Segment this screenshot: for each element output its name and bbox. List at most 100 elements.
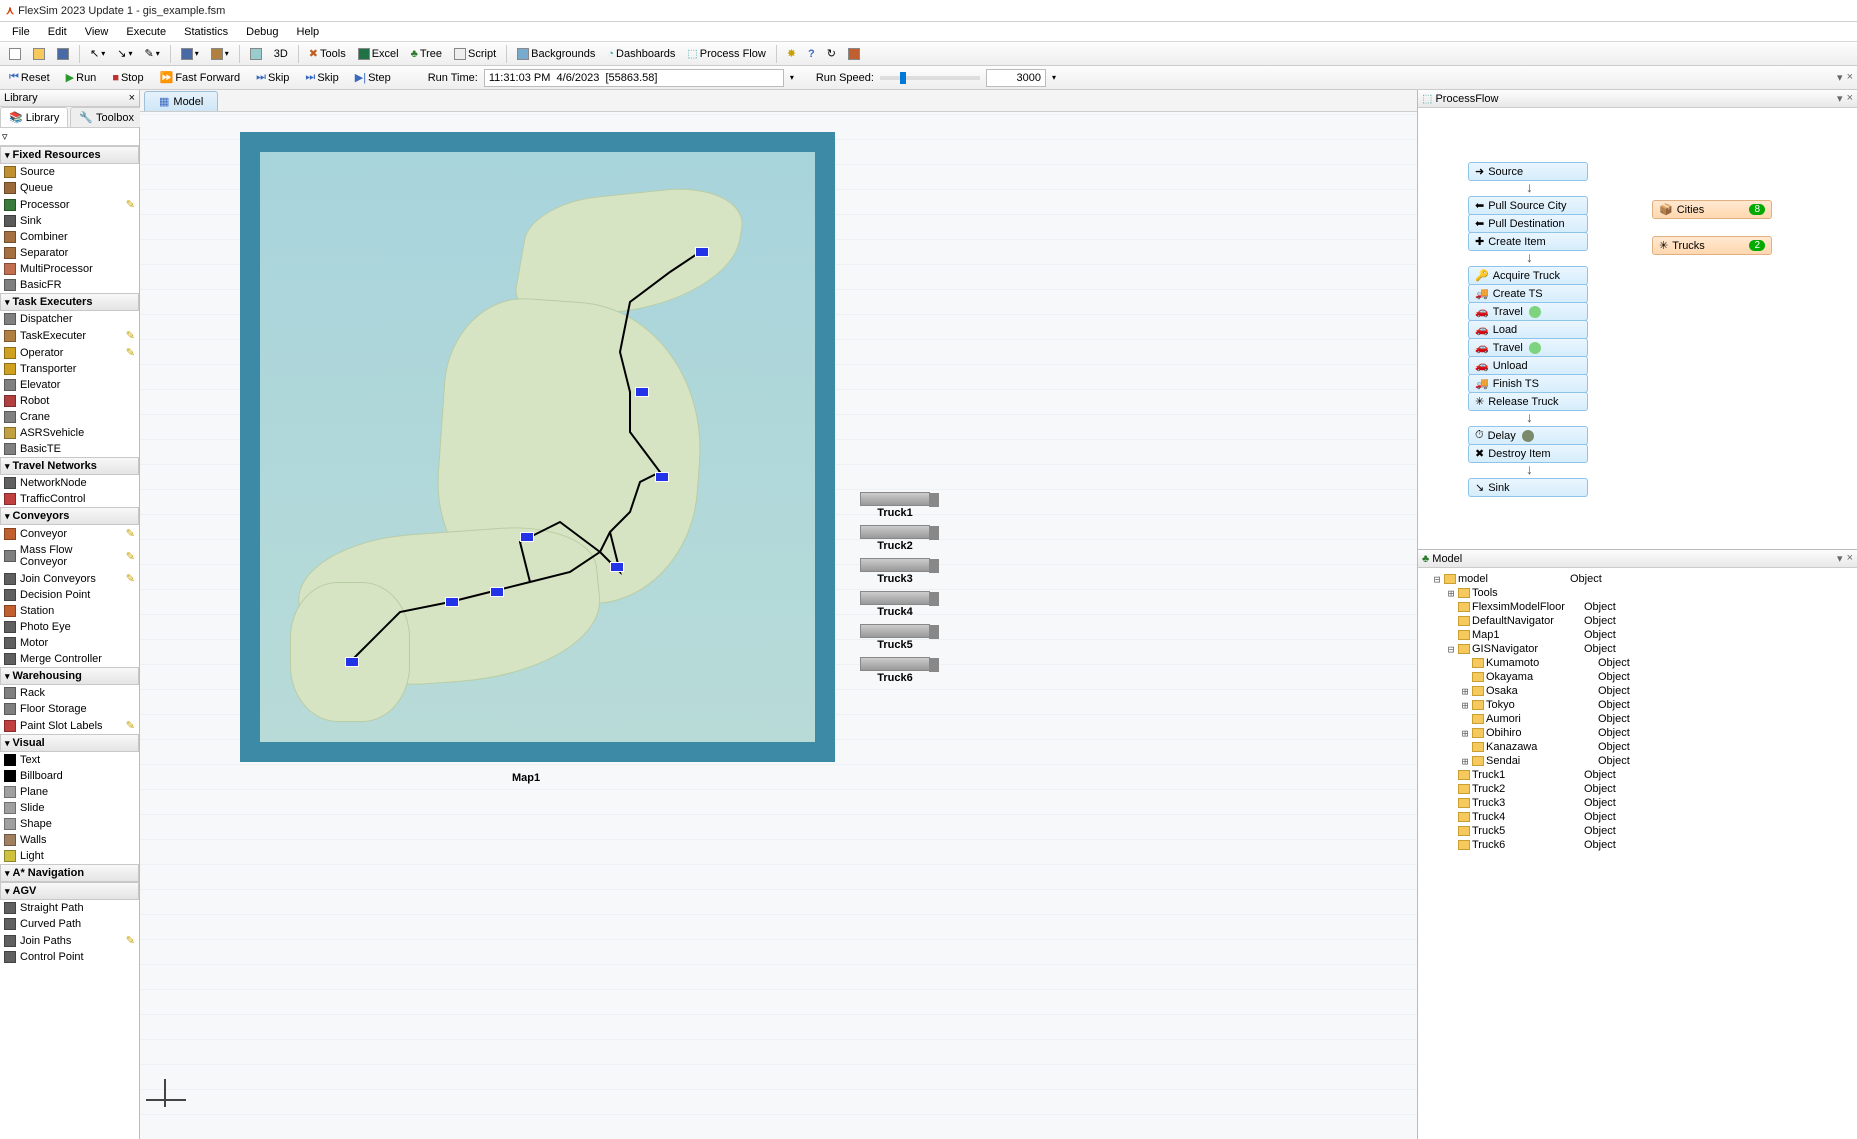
pf-acquire-truck[interactable]: 🔑Acquire Truck xyxy=(1468,266,1588,285)
lib-section-travel-networks[interactable]: ▾Travel Networks xyxy=(0,457,139,475)
tab-model[interactable]: ▦Model xyxy=(144,91,218,111)
tree-node-aumori[interactable]: AumoriObject xyxy=(1422,712,1853,726)
lib-section-a-navigation[interactable]: ▾A* Navigation xyxy=(0,864,139,882)
tree-close[interactable]: × xyxy=(1847,552,1853,565)
lib-item-combiner[interactable]: Combiner xyxy=(0,229,139,245)
expander-icon[interactable]: ⊟ xyxy=(1432,573,1442,586)
3d-button[interactable]: 3D xyxy=(269,45,293,63)
pf-travel[interactable]: 🚗Travel xyxy=(1468,302,1588,321)
tree-node-truck1[interactable]: Truck1Object xyxy=(1422,768,1853,782)
lib-section-visual[interactable]: ▾Visual xyxy=(0,734,139,752)
menu-statistics[interactable]: Statistics xyxy=(176,24,236,40)
lib-item-slide[interactable]: Slide xyxy=(0,800,139,816)
tree-node-kanazawa[interactable]: KanazawaObject xyxy=(1422,740,1853,754)
city-node[interactable] xyxy=(695,247,709,257)
lib-section-agv[interactable]: ▾AGV xyxy=(0,882,139,900)
menu-view[interactable]: View xyxy=(77,24,117,40)
pf-travel[interactable]: 🚗Travel xyxy=(1468,338,1588,357)
tree-node-truck3[interactable]: Truck3Object xyxy=(1422,796,1853,810)
lib-section-task-executers[interactable]: ▾Task Executers xyxy=(0,293,139,311)
lib-section-fixed-resources[interactable]: ▾Fixed Resources xyxy=(0,146,139,164)
grid-tool-button[interactable] xyxy=(245,45,267,63)
lib-item-basicfr[interactable]: BasicFR xyxy=(0,277,139,293)
runbar-menu[interactable]: ▾ xyxy=(1837,71,1843,84)
lib-item-queue[interactable]: Queue xyxy=(0,180,139,196)
lib-item-billboard[interactable]: Billboard xyxy=(0,768,139,784)
city-node[interactable] xyxy=(445,597,459,607)
expander-icon[interactable]: ⊞ xyxy=(1460,755,1470,768)
tree-node-map1[interactable]: Map1Object xyxy=(1422,628,1853,642)
lib-item-plane[interactable]: Plane xyxy=(0,784,139,800)
city-node[interactable] xyxy=(635,387,649,397)
tree-node-tools[interactable]: ⊞Tools xyxy=(1422,586,1853,600)
lib-item-operator[interactable]: Operator✎ xyxy=(0,344,139,361)
script-button[interactable]: Script xyxy=(449,45,501,63)
truck-4[interactable]: Truck4 xyxy=(860,591,930,618)
edit-icon[interactable]: ✎ xyxy=(126,346,135,359)
color-tool-button[interactable]: ▾ xyxy=(176,45,204,63)
run-button[interactable]: ▶ Run xyxy=(61,68,102,87)
lib-item-robot[interactable]: Robot xyxy=(0,393,139,409)
lib-item-conveyor[interactable]: Conveyor✎ xyxy=(0,525,139,542)
lib-item-elevator[interactable]: Elevator xyxy=(0,377,139,393)
pf-cities[interactable]: 📦Cities8 xyxy=(1652,200,1772,219)
menu-debug[interactable]: Debug xyxy=(238,24,286,40)
pf-create-ts[interactable]: 🚚Create TS xyxy=(1468,284,1588,303)
pf-menu[interactable]: ▾ xyxy=(1837,92,1843,105)
lib-item-source[interactable]: Source xyxy=(0,164,139,180)
tree-node-gisnavigator[interactable]: ⊟GISNavigatorObject xyxy=(1422,642,1853,656)
tree-node-defaultnavigator[interactable]: DefaultNavigatorObject xyxy=(1422,614,1853,628)
edit-icon[interactable]: ✎ xyxy=(126,527,135,540)
runbar-close[interactable]: × xyxy=(1847,71,1853,84)
lib-section-warehousing[interactable]: ▾Warehousing xyxy=(0,667,139,685)
truck-1[interactable]: Truck1 xyxy=(860,492,930,519)
tree-button[interactable]: ♣ Tree xyxy=(406,45,447,63)
tree-node-flexsimmodelfloor[interactable]: FlexsimModelFloorObject xyxy=(1422,600,1853,614)
tree-node-kumamoto[interactable]: KumamotoObject xyxy=(1422,656,1853,670)
library-close-icon[interactable]: × xyxy=(129,92,135,104)
dashboards-button[interactable]: ◔ Dashboards xyxy=(602,45,680,63)
lib-item-mass-flow-conveyor[interactable]: Mass Flow Conveyor✎ xyxy=(0,542,139,570)
pf-finish-ts[interactable]: 🚚Finish TS xyxy=(1468,374,1588,393)
lib-item-asrsvehicle[interactable]: ASRSvehicle xyxy=(0,425,139,441)
menu-edit[interactable]: Edit xyxy=(40,24,75,40)
lib-item-motor[interactable]: Motor xyxy=(0,635,139,651)
lib-item-join-paths[interactable]: Join Paths✎ xyxy=(0,932,139,949)
lib-item-paint-slot-labels[interactable]: Paint Slot Labels✎ xyxy=(0,717,139,734)
excel-button[interactable]: Excel xyxy=(353,45,404,63)
edit-icon[interactable]: ✎ xyxy=(126,198,135,211)
tree-node-obihiro[interactable]: ⊞ObihiroObject xyxy=(1422,726,1853,740)
menu-execute[interactable]: Execute xyxy=(118,24,174,40)
city-node[interactable] xyxy=(345,657,359,667)
help-button[interactable]: ? xyxy=(803,45,820,63)
open-file-button[interactable] xyxy=(28,45,50,63)
tree-node-osaka[interactable]: ⊞OsakaObject xyxy=(1422,684,1853,698)
runspeed-input[interactable] xyxy=(986,69,1046,87)
expander-icon[interactable]: ⊞ xyxy=(1460,699,1470,712)
settings-button[interactable]: ✸ xyxy=(782,44,801,63)
pf-load[interactable]: 🚗Load xyxy=(1468,320,1588,339)
link-tool-button[interactable]: ↘▾ xyxy=(112,44,137,63)
lib-item-trafficcontrol[interactable]: TrafficControl xyxy=(0,491,139,507)
lib-item-station[interactable]: Station xyxy=(0,603,139,619)
edit-icon[interactable]: ✎ xyxy=(126,329,135,342)
pf-delay[interactable]: ⏱Delay xyxy=(1468,426,1588,445)
lib-item-transporter[interactable]: Transporter xyxy=(0,361,139,377)
menu-file[interactable]: File xyxy=(4,24,38,40)
edit-icon[interactable]: ✎ xyxy=(126,719,135,732)
stats-button[interactable] xyxy=(843,45,865,63)
tab-library[interactable]: 📚Library xyxy=(0,107,68,127)
tree-node-truck2[interactable]: Truck2Object xyxy=(1422,782,1853,796)
tree-node-sendai[interactable]: ⊞SendaiObject xyxy=(1422,754,1853,768)
tree-node-truck6[interactable]: Truck6Object xyxy=(1422,838,1853,852)
map-object[interactable] xyxy=(240,132,835,762)
tab-toolbox[interactable]: 🔧Toolbox xyxy=(70,107,143,127)
city-node[interactable] xyxy=(520,532,534,542)
reset-button[interactable]: ⏮ Reset xyxy=(4,68,55,87)
library-filter-button[interactable]: ▿ xyxy=(2,131,8,143)
expander-icon[interactable]: ⊞ xyxy=(1460,727,1470,740)
lib-item-networknode[interactable]: NetworkNode xyxy=(0,475,139,491)
lib-item-curved-path[interactable]: Curved Path xyxy=(0,916,139,932)
lib-item-shape[interactable]: Shape xyxy=(0,816,139,832)
runtime-input[interactable] xyxy=(484,69,784,87)
